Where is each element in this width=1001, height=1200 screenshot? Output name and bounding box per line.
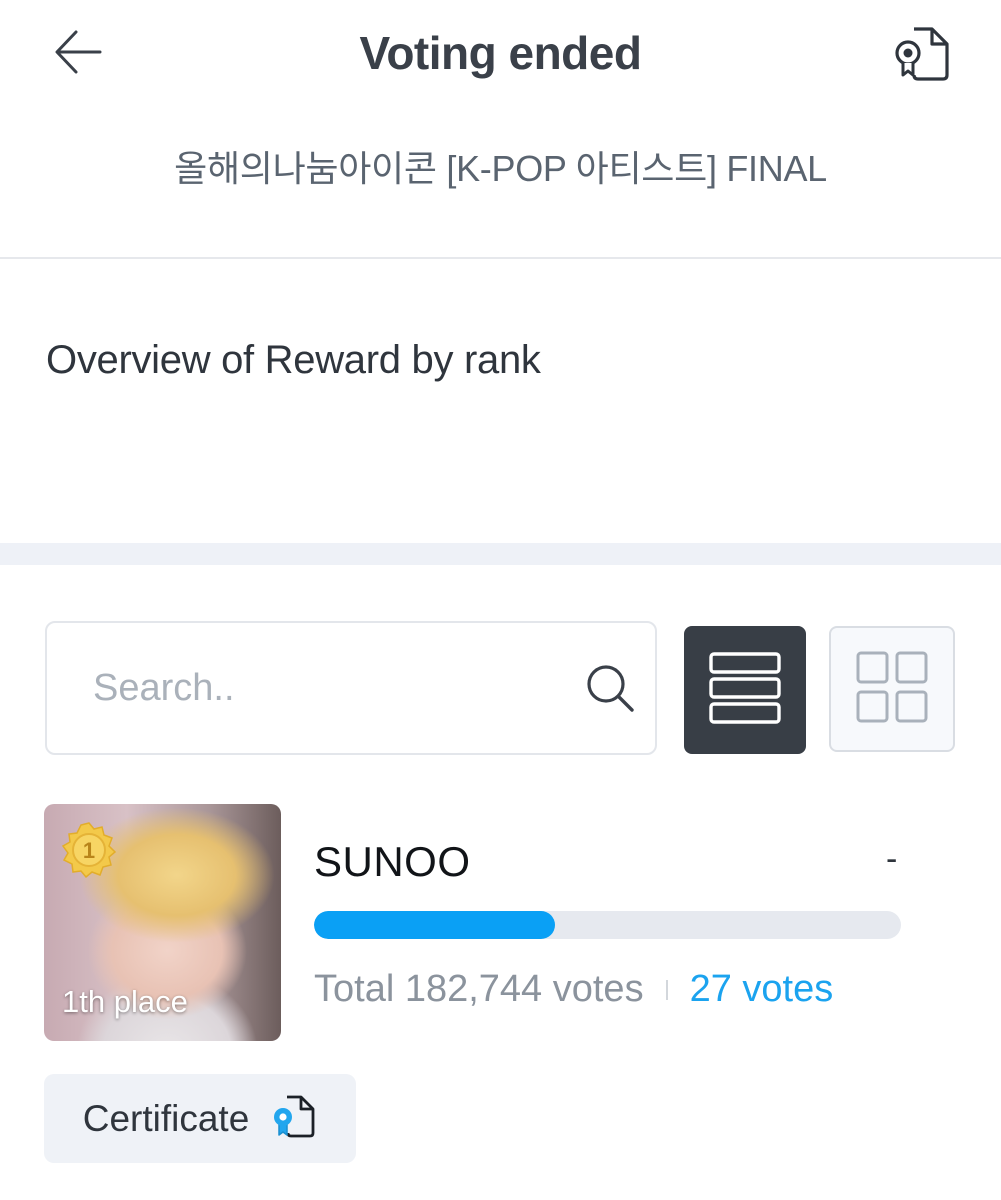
votes-separator bbox=[665, 979, 668, 1000]
list-view-button[interactable] bbox=[684, 626, 806, 754]
header-divider bbox=[0, 257, 1001, 259]
total-votes: Total 182,744 votes bbox=[314, 968, 644, 1010]
reward-overview-title: Overview of Reward by rank bbox=[46, 338, 541, 382]
search-box bbox=[45, 621, 657, 755]
grid-view-button[interactable] bbox=[829, 626, 955, 752]
search-icon[interactable] bbox=[584, 660, 636, 716]
search-input[interactable] bbox=[91, 665, 584, 711]
rank-change: - bbox=[886, 840, 898, 878]
my-votes: 27 votes bbox=[689, 968, 834, 1010]
page-title: Voting ended bbox=[359, 27, 642, 79]
list-view-icon bbox=[708, 651, 782, 730]
certificate-button[interactable]: Certificate bbox=[44, 1074, 356, 1163]
certificate-header-button[interactable] bbox=[884, 22, 960, 88]
medal-rank-text: 1 bbox=[83, 838, 95, 863]
certificate-icon bbox=[892, 23, 952, 88]
vote-progress-fill bbox=[314, 911, 555, 939]
votes-row: Total 182,744 votes 27 votes bbox=[314, 968, 833, 1011]
grid-view-icon bbox=[855, 650, 929, 729]
certificate-button-label: Certificate bbox=[82, 1097, 250, 1139]
vote-progress-bar bbox=[314, 911, 901, 939]
vote-subtitle: 올해의나눔아이콘 [K-POP 아티스트] FINAL bbox=[174, 148, 827, 189]
place-label: 1th place bbox=[62, 984, 188, 1019]
certificate-icon bbox=[271, 1093, 317, 1144]
section-separator bbox=[0, 543, 1001, 565]
candidate-name: SUNOO bbox=[314, 838, 471, 885]
gold-medal-icon: 1 bbox=[60, 821, 118, 879]
